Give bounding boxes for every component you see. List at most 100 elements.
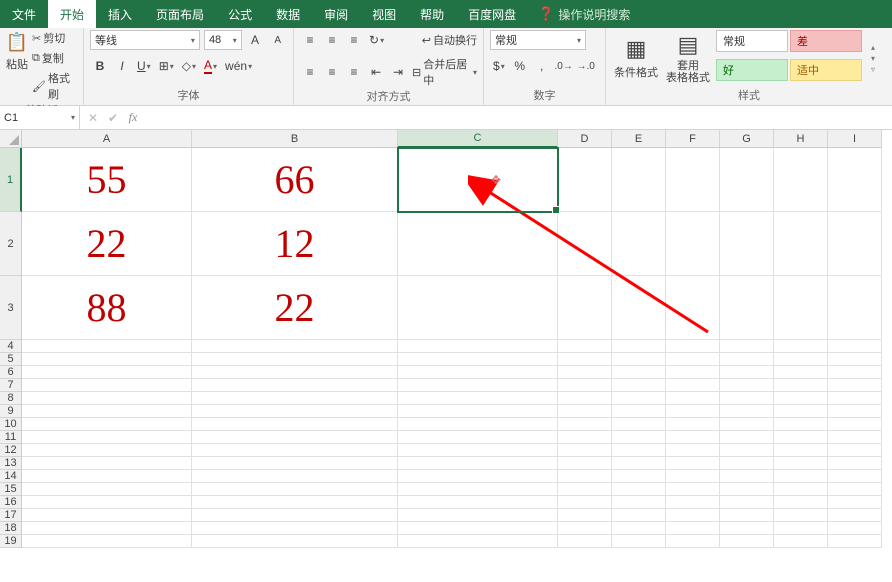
cell-G5[interactable]	[720, 353, 774, 366]
cell-B12[interactable]	[192, 444, 398, 457]
cell-I18[interactable]	[828, 522, 882, 535]
conditional-format-button[interactable]: ▦ 条件格式	[612, 30, 660, 86]
cell-F13[interactable]	[666, 457, 720, 470]
cell-F8[interactable]	[666, 392, 720, 405]
cell-C2[interactable]	[398, 212, 558, 276]
tab-insert[interactable]: 插入	[96, 0, 144, 28]
cell-D19[interactable]	[558, 535, 612, 548]
cell-A7[interactable]	[22, 379, 192, 392]
cell-I17[interactable]	[828, 509, 882, 522]
cell-H3[interactable]	[774, 276, 828, 340]
cell-B2[interactable]: 12	[192, 212, 398, 276]
cell-I13[interactable]	[828, 457, 882, 470]
cell-A1[interactable]: 55	[22, 148, 192, 212]
name-box[interactable]: C1 ▾	[0, 106, 80, 129]
cell-F16[interactable]	[666, 496, 720, 509]
cell-B11[interactable]	[192, 431, 398, 444]
cell-F6[interactable]	[666, 366, 720, 379]
cell-G7[interactable]	[720, 379, 774, 392]
cell-styles-gallery[interactable]: 常规 差 好 适中	[716, 30, 862, 86]
format-as-table-button[interactable]: ▤ 套用 表格格式	[664, 30, 712, 86]
cell-E11[interactable]	[612, 431, 666, 444]
col-header-I[interactable]: I	[828, 130, 882, 148]
row-header-8[interactable]: 8	[0, 392, 22, 405]
cell-G11[interactable]	[720, 431, 774, 444]
merge-center-button[interactable]: ⊟ 合并后居中 ▾	[412, 56, 477, 88]
wrap-text-button[interactable]: ↩ 自动换行	[422, 32, 477, 48]
font-color-button[interactable]: A▾	[201, 56, 220, 76]
cell-D17[interactable]	[558, 509, 612, 522]
row-header-6[interactable]: 6	[0, 366, 22, 379]
cell-A6[interactable]	[22, 366, 192, 379]
cell-I4[interactable]	[828, 340, 882, 353]
style-gallery-expand[interactable]: ▴ ▾ ▿	[866, 30, 880, 86]
cell-D8[interactable]	[558, 392, 612, 405]
cell-G10[interactable]	[720, 418, 774, 431]
cell-F4[interactable]	[666, 340, 720, 353]
cell-H2[interactable]	[774, 212, 828, 276]
cell-G3[interactable]	[720, 276, 774, 340]
cell-G6[interactable]	[720, 366, 774, 379]
bold-button[interactable]: B	[90, 56, 110, 76]
cell-F10[interactable]	[666, 418, 720, 431]
cell-B1[interactable]: 66	[192, 148, 398, 212]
align-left-button[interactable]: ≡	[300, 62, 320, 82]
cell-D4[interactable]	[558, 340, 612, 353]
style-neutral[interactable]: 适中	[790, 59, 862, 81]
paste-label[interactable]: 粘贴	[6, 56, 28, 72]
orientation-button[interactable]: ↻▾	[366, 30, 387, 50]
row-header-12[interactable]: 12	[0, 444, 22, 457]
tab-view[interactable]: 视图	[360, 0, 408, 28]
cell-E4[interactable]	[612, 340, 666, 353]
align-middle-button[interactable]: ≡	[322, 30, 342, 50]
cell-B9[interactable]	[192, 405, 398, 418]
row-header-16[interactable]: 16	[0, 496, 22, 509]
col-header-D[interactable]: D	[558, 130, 612, 148]
cell-H15[interactable]	[774, 483, 828, 496]
percent-button[interactable]: %	[510, 56, 530, 76]
cell-C10[interactable]	[398, 418, 558, 431]
cell-F7[interactable]	[666, 379, 720, 392]
style-bad[interactable]: 差	[790, 30, 862, 52]
cell-G8[interactable]	[720, 392, 774, 405]
cell-E12[interactable]	[612, 444, 666, 457]
cell-H10[interactable]	[774, 418, 828, 431]
cell-F3[interactable]	[666, 276, 720, 340]
tab-help[interactable]: 帮助	[408, 0, 456, 28]
cell-I11[interactable]	[828, 431, 882, 444]
cell-E15[interactable]	[612, 483, 666, 496]
format-painter-button[interactable]: 🖌 格式刷	[32, 70, 77, 102]
decrease-indent-button[interactable]: ⇤	[366, 62, 386, 82]
cell-D11[interactable]	[558, 431, 612, 444]
cell-H5[interactable]	[774, 353, 828, 366]
cell-F2[interactable]	[666, 212, 720, 276]
cell-C9[interactable]	[398, 405, 558, 418]
cell-G16[interactable]	[720, 496, 774, 509]
cell-H11[interactable]	[774, 431, 828, 444]
cell-E16[interactable]	[612, 496, 666, 509]
cell-H14[interactable]	[774, 470, 828, 483]
comma-button[interactable]: ,	[532, 56, 552, 76]
italic-button[interactable]: I	[112, 56, 132, 76]
decrease-font-button[interactable]: A	[268, 30, 287, 50]
cell-A3[interactable]: 88	[22, 276, 192, 340]
tab-file[interactable]: 文件	[0, 0, 48, 28]
cell-D18[interactable]	[558, 522, 612, 535]
row-header-15[interactable]: 15	[0, 483, 22, 496]
cell-D10[interactable]	[558, 418, 612, 431]
cell-C19[interactable]	[398, 535, 558, 548]
col-header-H[interactable]: H	[774, 130, 828, 148]
cell-D6[interactable]	[558, 366, 612, 379]
cell-I3[interactable]	[828, 276, 882, 340]
cell-I2[interactable]	[828, 212, 882, 276]
cell-F14[interactable]	[666, 470, 720, 483]
tab-formula[interactable]: 公式	[216, 0, 264, 28]
cell-F12[interactable]	[666, 444, 720, 457]
cell-D16[interactable]	[558, 496, 612, 509]
cell-C17[interactable]	[398, 509, 558, 522]
tab-data[interactable]: 数据	[264, 0, 312, 28]
tab-review[interactable]: 审阅	[312, 0, 360, 28]
cell-F1[interactable]	[666, 148, 720, 212]
cell-F5[interactable]	[666, 353, 720, 366]
cell-G14[interactable]	[720, 470, 774, 483]
